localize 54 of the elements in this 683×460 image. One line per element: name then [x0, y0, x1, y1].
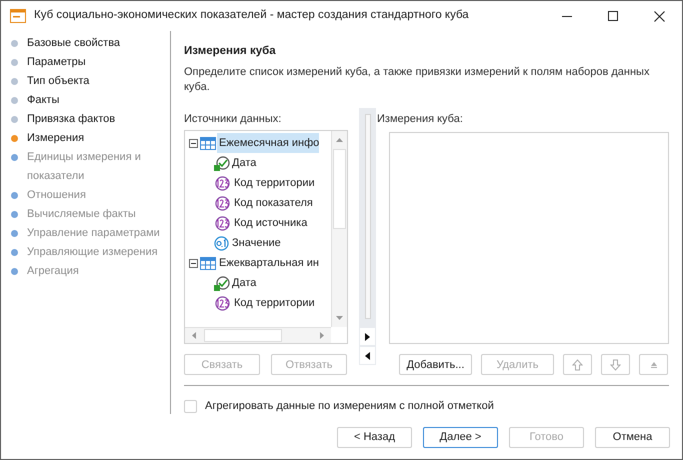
tree-item[interactable]: Дата	[232, 155, 256, 172]
table-icon	[200, 256, 216, 270]
tree-item[interactable]: Значение	[232, 235, 281, 252]
maximize-icon[interactable]	[608, 11, 618, 21]
app-icon	[10, 9, 26, 23]
down-arrow-icon	[610, 358, 621, 371]
step-item[interactable]: Параметры	[27, 53, 86, 72]
scroll-left-icon[interactable]	[192, 332, 196, 340]
scrollbar-thumb[interactable]	[333, 149, 346, 230]
scroll-up-icon[interactable]	[336, 138, 343, 142]
tree-group[interactable]: Ежеквартальная ин	[217, 253, 319, 274]
step-item[interactable]: Факты	[27, 91, 60, 110]
calendar-check-icon	[213, 276, 230, 291]
table-icon	[200, 136, 216, 150]
step-item[interactable]: Базовые свойства	[27, 34, 120, 53]
collapse-icon[interactable]	[189, 258, 198, 268]
dialog-button[interactable]: Далее >	[423, 427, 498, 448]
scroll-right-icon[interactable]	[320, 332, 324, 340]
calendar-check-icon	[213, 156, 230, 171]
number-icon	[213, 216, 232, 231]
close-icon[interactable]	[654, 10, 665, 22]
sources-tree[interactable]: Ежемесячная инфо Дата Код территории Код показателя Код источника Значение Ежеквартальная ин Дата Код территории	[184, 130, 348, 344]
tree-item[interactable]: Код территории	[234, 175, 315, 192]
number-icon	[213, 296, 232, 311]
tree-group[interactable]: Ежемесячная инфо	[217, 133, 320, 154]
number-icon	[213, 176, 232, 191]
sources-label: Источники данных:	[184, 112, 282, 126]
add-arrow-button[interactable]	[360, 328, 375, 346]
tree-item[interactable]: Код источника	[234, 215, 308, 232]
step-item[interactable]: Привязка фактов	[27, 110, 116, 129]
window-title: Куб социально-экономических показателей - мастер создания стандартного куба	[34, 8, 469, 24]
section-heading: Измерения куба	[184, 44, 277, 59]
checkbox-label: Агрегировать данные по измерениям с полной отметкой	[205, 399, 494, 414]
move-top-icon	[650, 360, 658, 369]
tree-item[interactable]: Код показателя	[234, 195, 313, 212]
scrollbar-thumb[interactable]	[204, 329, 282, 342]
tree-item[interactable]: Дата	[232, 275, 256, 292]
up-arrow-icon	[572, 358, 583, 371]
step-item[interactable]: Измерения	[27, 129, 84, 148]
right-triangle-icon	[365, 332, 370, 341]
step-item[interactable]: Тип объекта	[27, 72, 90, 91]
tree-item[interactable]: Код территории	[234, 295, 315, 312]
section-description: Определите список измерений куба, а также привязки измерений к полям наборов данных куба.	[184, 65, 650, 96]
checkbox[interactable]	[184, 400, 197, 413]
collapse-icon[interactable]	[189, 138, 198, 148]
number-icon	[213, 196, 232, 211]
dialog-button[interactable]: Добавить...	[399, 354, 472, 376]
dimensions-label: Измерения куба:	[377, 112, 464, 126]
remove-arrow-button[interactable]	[360, 347, 375, 364]
scroll-down-icon[interactable]	[336, 316, 343, 320]
left-triangle-icon	[365, 352, 370, 360]
dialog-button[interactable]: Отмена	[595, 427, 670, 448]
decimal-icon	[213, 236, 230, 251]
dialog-button[interactable]: < Назад	[337, 427, 412, 448]
